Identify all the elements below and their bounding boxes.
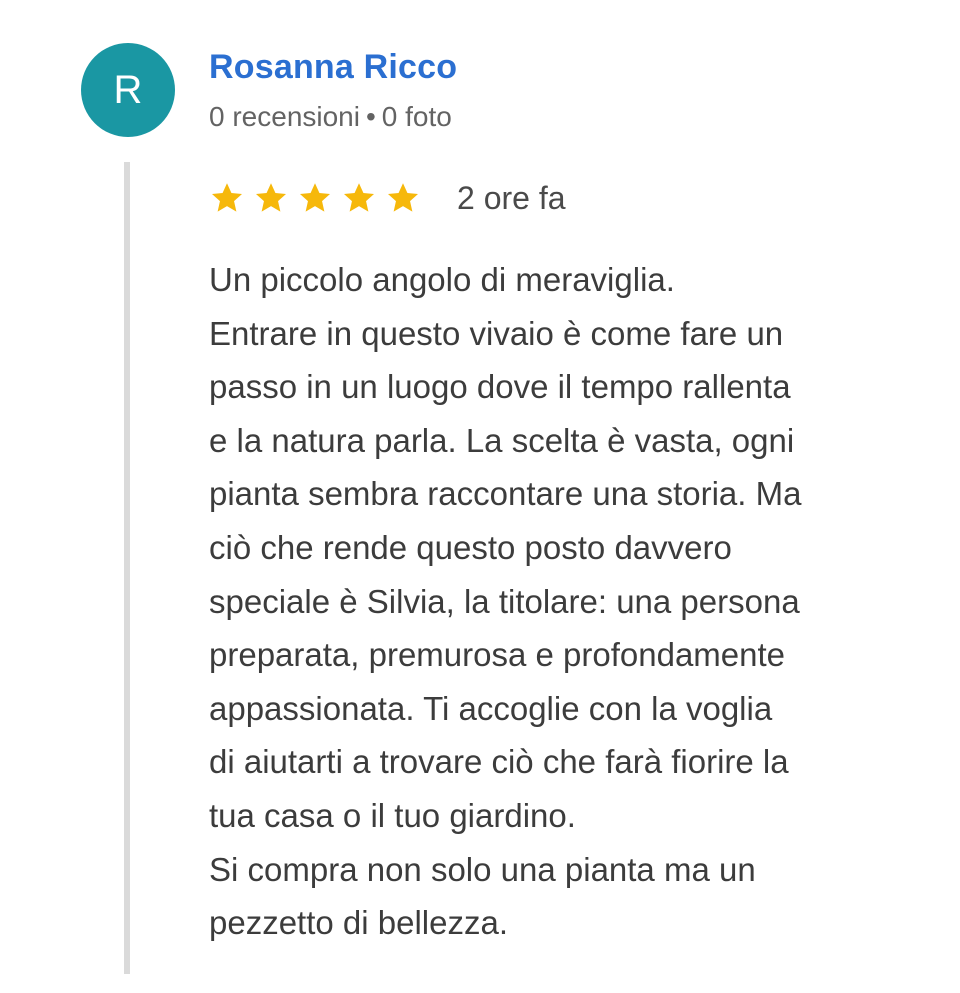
meta-separator: •: [365, 101, 376, 132]
review-text-line: Un piccolo angolo di meraviglia.: [209, 261, 675, 298]
review-text-line: ciò che rende questo posto davvero: [209, 528, 732, 566]
author-name[interactable]: Rosanna Ricco: [209, 48, 457, 87]
review-text-line: tua casa o il tuo giardino.: [209, 796, 576, 834]
avatar[interactable]: R: [81, 43, 175, 137]
star-icon: [209, 180, 245, 216]
review-text: Un piccolo angolo di meraviglia. Entrare …: [209, 253, 909, 950]
review-text-line: Entrare in questo vivaio è come fare un: [209, 314, 784, 352]
thread-line: [124, 162, 130, 974]
review-text-line: e la natura parla. La scelta è vasta, og…: [209, 421, 795, 459]
review-text-line: passo in un luogo dove il tempo rallenta: [209, 368, 791, 406]
review-text-line: pianta sembra raccontare una storia. Ma: [209, 475, 802, 513]
star-icon: [297, 180, 333, 216]
review-text-line: preparata, premurosa e profondamente: [209, 636, 786, 674]
review-text-line: Si compra non solo una pianta ma un: [209, 850, 756, 888]
reviews-count: 0 recensioni: [209, 101, 360, 132]
star-icon: [341, 180, 377, 216]
star-rating: [209, 180, 429, 216]
review-text-line: pezzetto di bellezza.: [209, 904, 509, 942]
review-text-line: di aiutarti a trovare ciò che farà fiori…: [209, 743, 789, 781]
photos-count: 0 foto: [381, 101, 452, 132]
review-time: 2 ore fa: [457, 179, 566, 216]
star-icon: [253, 180, 289, 216]
review-text-line: speciale è Silvia, la titolare: una pers…: [209, 582, 800, 620]
star-icon: [385, 180, 421, 216]
author-meta: 0 recensioni • 0 foto: [209, 101, 452, 133]
review-text-line: appassionata. Ti accoglie con la voglia: [209, 689, 773, 727]
rating-row: 2 ore fa: [209, 178, 566, 218]
